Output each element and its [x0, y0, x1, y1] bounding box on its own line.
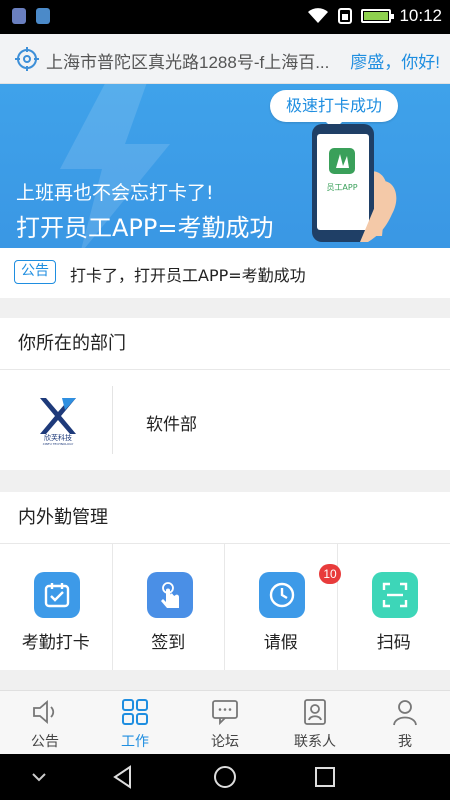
- tab-work-label: 工作: [121, 734, 149, 750]
- wifi-icon: [308, 8, 329, 23]
- tab-me-label: 我: [398, 734, 412, 750]
- department-title: 你所在的部门: [0, 318, 450, 370]
- leave-label: 请假: [263, 633, 298, 653]
- tab-me[interactable]: 我: [360, 691, 450, 754]
- phone-app-label: 员工APP: [326, 183, 357, 192]
- notification-icons: [12, 8, 50, 24]
- contact-icon: [304, 699, 326, 725]
- speaker-icon: [33, 700, 55, 724]
- scan-button[interactable]: 扫码: [338, 544, 450, 670]
- tab-work[interactable]: 工作: [90, 691, 180, 754]
- notification-image-icon: [36, 8, 50, 24]
- calendar-check-icon: [34, 572, 80, 618]
- tab-contacts-label: 联系人: [294, 734, 336, 750]
- recents-icon[interactable]: [312, 764, 338, 790]
- notification-app-icon: [12, 8, 26, 24]
- sign-in-button[interactable]: 签到: [113, 544, 225, 670]
- promo-banner[interactable]: 极速打卡成功 员工APP 上班再也不会忘打卡了! 打开员工APP=考勤成功: [0, 84, 450, 248]
- logo-subtext: XINFU TECHNOLOGY: [43, 442, 74, 446]
- tab-forum[interactable]: 论坛: [180, 691, 270, 754]
- tab-notice[interactable]: 公告: [0, 691, 90, 754]
- chat-icon: [212, 700, 238, 726]
- department-name[interactable]: 软件部: [146, 410, 197, 435]
- home-icon[interactable]: [212, 764, 238, 790]
- attendance-punch-button[interactable]: 考勤打卡: [0, 544, 113, 670]
- tab-contacts[interactable]: 联系人: [270, 691, 360, 754]
- divider: [112, 386, 113, 454]
- grid-icon: [122, 699, 148, 725]
- notice-tag: 公告: [14, 260, 56, 284]
- attendance-title: 内外勤管理: [0, 492, 450, 544]
- battery-icon: [361, 9, 395, 23]
- system-nav-bar: [0, 754, 450, 800]
- tab-forum-label: 论坛: [211, 734, 239, 750]
- success-bubble: 极速打卡成功: [270, 90, 398, 130]
- status-bar: 10:12: [0, 0, 450, 34]
- tab-notice-label: 公告: [31, 734, 59, 750]
- attendance-punch-label: 考勤打卡: [21, 633, 90, 653]
- sim-icon: [338, 8, 353, 24]
- location-header: 上海市普陀区真光路1288号-f上海百... 廖盛，你好!: [0, 34, 450, 84]
- person-icon: [393, 700, 417, 726]
- scan-icon: [371, 572, 418, 618]
- banner-subtitle: 上班再也不会忘打卡了!: [16, 182, 214, 204]
- sign-in-label: 签到: [151, 633, 186, 653]
- attendance-card: 内外勤管理 考勤打卡 签到 10 请假 扫码: [0, 492, 450, 670]
- locate-icon[interactable]: [14, 46, 40, 72]
- tap-hand-icon: [146, 572, 193, 618]
- leave-button[interactable]: 10 请假: [225, 544, 341, 670]
- banner-title: 打开员工APP=考勤成功: [16, 214, 274, 242]
- notice-bar[interactable]: 公告 打卡了，打开员工APP=考勤成功: [0, 248, 450, 298]
- back-icon[interactable]: [110, 764, 136, 790]
- bottom-tab-bar: 公告 工作 论坛 联系人 我: [0, 690, 450, 754]
- department-card: 你所在的部门 欣芙科技 XINFU TECHNOLOGY 软件部: [0, 318, 450, 470]
- notice-text[interactable]: 打卡了，打开员工APP=考勤成功: [70, 262, 306, 286]
- company-logo: 欣芙科技 XINFU TECHNOLOGY: [40, 398, 76, 446]
- scan-label: 扫码: [376, 633, 411, 653]
- clock-icon: 10: [259, 564, 341, 618]
- user-greeting: 廖盛，你好!: [350, 53, 440, 72]
- phone-illustration: 员工APP: [312, 124, 397, 242]
- chevron-down-icon[interactable]: [26, 764, 52, 790]
- status-time: 10:12: [399, 6, 442, 25]
- logo-text: 欣芙科技: [44, 433, 72, 442]
- address-text[interactable]: 上海市普陀区真光路1288号-f上海百...: [46, 48, 342, 73]
